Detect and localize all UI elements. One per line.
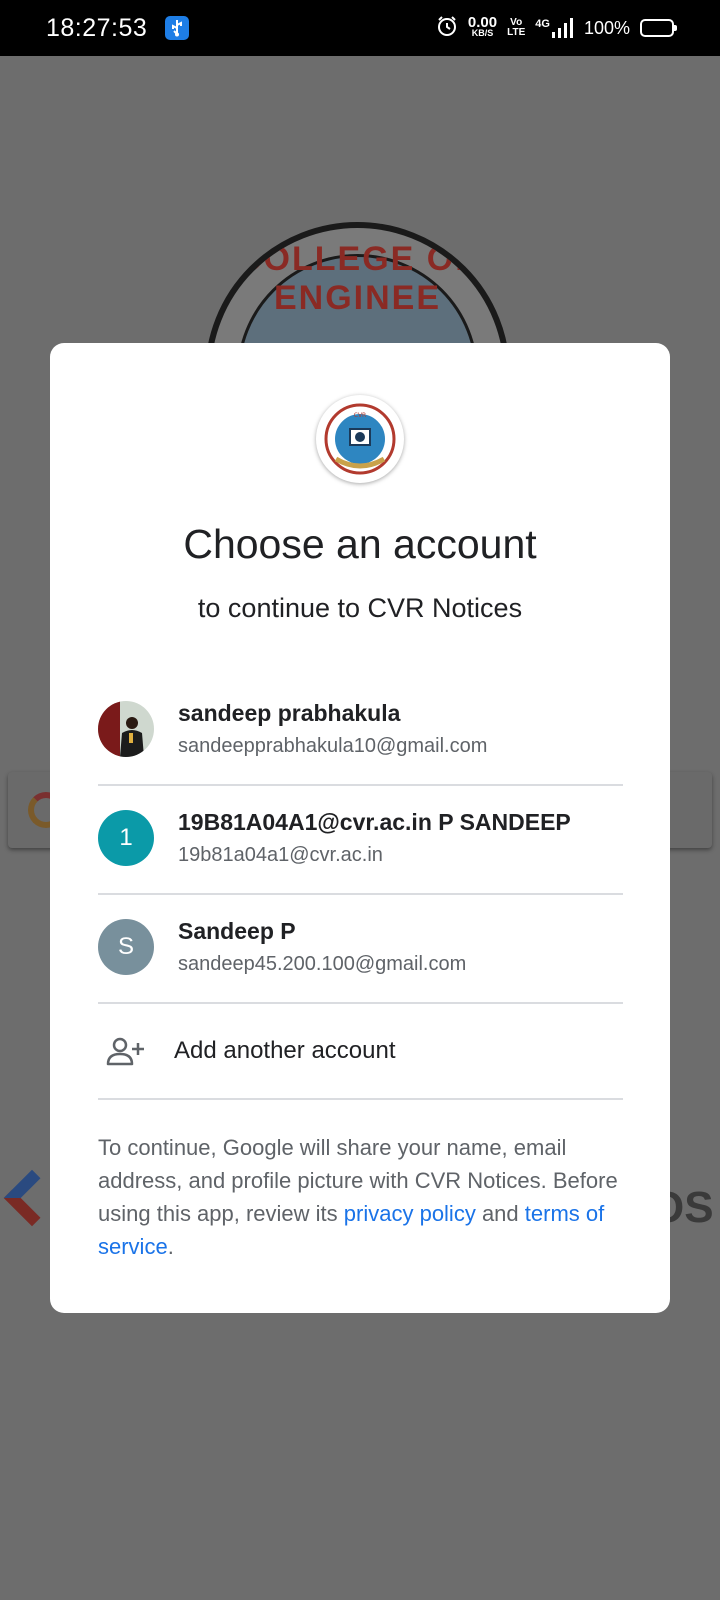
battery-percent: 100% — [583, 17, 630, 38]
account-email: sandeepprabhakula10@gmail.com — [178, 735, 488, 757]
add-account-button[interactable]: Add another account — [98, 1003, 623, 1099]
usb-icon — [165, 16, 190, 40]
network-speed-value: 0.00 — [467, 14, 498, 31]
signal-icon: 4G — [535, 18, 574, 38]
consent-and: and — [475, 1201, 525, 1226]
network-speed: 0.00 KB/S — [467, 14, 498, 39]
network-type: 4G — [535, 18, 550, 30]
svg-text:CVR: CVR — [354, 412, 366, 419]
add-person-icon — [102, 1031, 150, 1071]
account-name: Sandeep P — [178, 918, 296, 944]
account-item-2[interactable]: 1 19B81A04A1@cvr.ac.in P SANDEEP 19b81a0… — [98, 784, 623, 892]
divider — [98, 1098, 623, 1100]
app-logo: CVR — [316, 395, 404, 483]
account-email: 19b81a04a1@cvr.ac.in — [178, 844, 383, 866]
avatar-letter: 1 — [98, 810, 154, 866]
status-bar: 18:27:53 0.00 KB/S Vo LTE 4G 100% — [0, 0, 720, 56]
privacy-policy-link[interactable]: privacy policy — [344, 1201, 476, 1226]
account-chooser-dialog: CVR Choose an account to continue to CVR… — [50, 343, 670, 1313]
dialog-subtitle: to continue to CVR Notices — [197, 593, 523, 623]
network-speed-unit: KB/S — [471, 28, 494, 38]
volte-indicator: Vo LTE — [507, 18, 525, 38]
status-time: 18:27:53 — [46, 13, 148, 42]
consent-period: . — [167, 1234, 174, 1259]
volte-bottom: LTE — [507, 27, 526, 38]
dialog-title: Choose an account — [183, 521, 537, 567]
account-email: sandeep45.200.100@gmail.com — [178, 953, 467, 975]
battery-icon — [640, 19, 677, 37]
alarm-icon — [436, 15, 458, 42]
account-item-3[interactable]: S Sandeep P sandeep45.200.100@gmail.com — [98, 893, 623, 1001]
account-item-1[interactable]: sandeep prabhakula sandeepprabhakula10@g… — [98, 675, 623, 783]
screen: 18:27:53 0.00 KB/S Vo LTE 4G 100% COLLEG… — [0, 0, 720, 1600]
account-name: sandeep prabhakula — [178, 700, 401, 726]
add-account-label: Add another account — [174, 1037, 396, 1064]
avatar-letter: S — [98, 919, 154, 975]
avatar-photo — [98, 701, 154, 757]
background-logo-text: COLLEGE OF ENGINEE — [237, 240, 478, 317]
status-icons: 0.00 KB/S Vo LTE 4G 100% — [436, 14, 677, 42]
account-name: 19B81A04A1@cvr.ac.in P SANDEEP — [178, 809, 571, 835]
consent-text: To continue, Google will share your name… — [98, 1131, 623, 1263]
